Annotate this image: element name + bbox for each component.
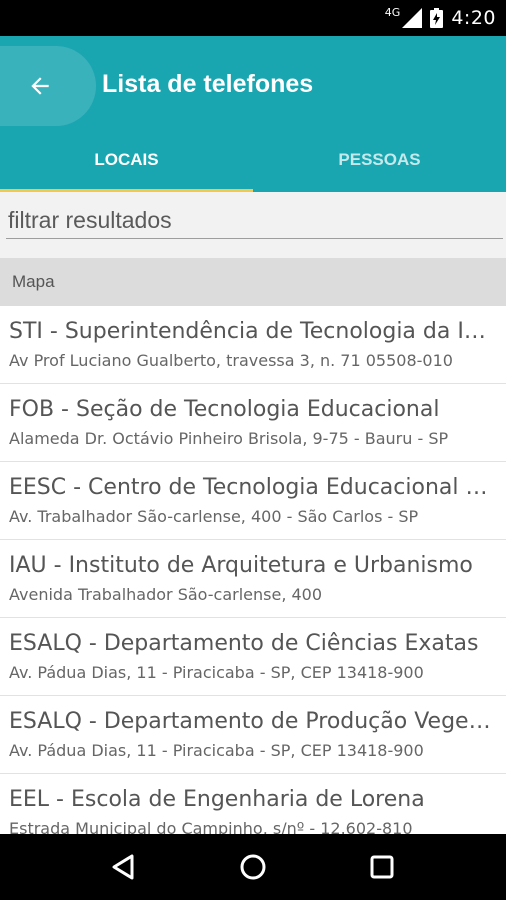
section-header: Mapa bbox=[0, 258, 506, 306]
navigation-bar bbox=[0, 834, 506, 900]
item-title: EEL - Escola de Engenharia de Lorena bbox=[9, 787, 425, 812]
list-item[interactable]: ESALQ - Departamento de Ciências Exatas … bbox=[0, 618, 506, 696]
list-item[interactable]: IAU - Instituto de Arquitetura e Urbanis… bbox=[0, 540, 506, 618]
item-address: Avenida Trabalhador São-carlense, 400 bbox=[9, 585, 323, 604]
item-title: ESALQ - Departamento de Produção Vegetal bbox=[9, 709, 496, 734]
tab-bar: LOCAIS PESSOAS bbox=[0, 136, 506, 192]
recents-square-icon bbox=[370, 855, 394, 879]
back-triangle-icon bbox=[112, 854, 134, 880]
filter-bar bbox=[0, 192, 506, 258]
arrow-left-icon bbox=[31, 77, 49, 95]
list-item[interactable]: STI - Superintendência de Tecnologia da … bbox=[0, 306, 506, 384]
back-button[interactable] bbox=[0, 46, 96, 126]
home-circle-icon bbox=[240, 854, 266, 880]
item-title: ESALQ - Departamento de Ciências Exatas bbox=[9, 631, 479, 656]
item-address: Av. Pádua Dias, 11 - Piracicaba - SP, CE… bbox=[9, 663, 424, 682]
nav-back-button[interactable] bbox=[104, 847, 144, 887]
list-item[interactable]: ESALQ - Departamento de Produção Vegetal… bbox=[0, 696, 506, 774]
item-title: FOB - Seção de Tecnologia Educacional bbox=[9, 397, 440, 422]
status-bar: 4G 4:20 bbox=[0, 0, 506, 36]
list-item[interactable]: EEL - Escola de Engenharia de Lorena Est… bbox=[0, 774, 506, 834]
nav-home-button[interactable] bbox=[233, 847, 273, 887]
status-icons: 4G 4:20 bbox=[385, 0, 496, 36]
page-title: Lista de telefones bbox=[102, 70, 314, 98]
battery-icon bbox=[430, 8, 444, 28]
tab-pessoas[interactable]: PESSOAS bbox=[253, 136, 506, 192]
item-address: Av Prof Luciano Gualberto, travessa 3, n… bbox=[9, 351, 453, 370]
app-bar: Lista de telefones LOCAIS PESSOAS bbox=[0, 36, 506, 192]
list-item[interactable]: EESC - Centro de Tecnologia Educacional … bbox=[0, 462, 506, 540]
network-type: 4G bbox=[384, 5, 401, 19]
tab-locais[interactable]: LOCAIS bbox=[0, 136, 253, 192]
signal-icon bbox=[402, 8, 423, 28]
status-time: 4:20 bbox=[451, 7, 496, 29]
item-address: Estrada Municipal do Campinho, s/nº - 12… bbox=[9, 819, 413, 834]
nav-recents-button[interactable] bbox=[362, 847, 402, 887]
item-address: Alameda Dr. Octávio Pinheiro Brisola, 9-… bbox=[9, 429, 449, 448]
item-title: IAU - Instituto de Arquitetura e Urbanis… bbox=[9, 553, 473, 578]
item-title: STI - Superintendência de Tecnologia da … bbox=[9, 319, 496, 344]
item-title: EESC - Centro de Tecnologia Educacional … bbox=[9, 475, 496, 500]
location-list: STI - Superintendência de Tecnologia da … bbox=[0, 306, 506, 834]
list-item[interactable]: FOB - Seção de Tecnologia Educacional Al… bbox=[0, 384, 506, 462]
item-address: Av. Trabalhador São-carlense, 400 - São … bbox=[9, 507, 419, 526]
item-address: Av. Pádua Dias, 11 - Piracicaba - SP, CE… bbox=[9, 741, 424, 760]
filter-input[interactable] bbox=[6, 202, 503, 239]
